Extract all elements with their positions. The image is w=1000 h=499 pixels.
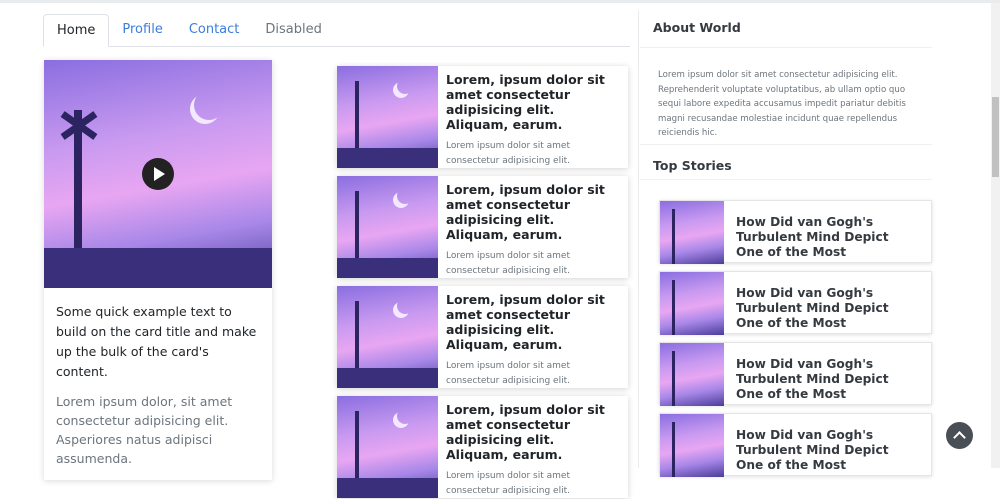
tab-disabled: Disabled [265, 22, 322, 37]
story-title: How Did van Gogh's Turbulent Mind Depict… [736, 428, 889, 472]
post-card[interactable]: Lorem, ipsum dolor sit amet consectetur … [337, 286, 628, 388]
about-title: About World [653, 20, 741, 35]
post-card[interactable]: Lorem, ipsum dolor sit amet consectetur … [337, 66, 628, 168]
post-thumbnail [337, 396, 438, 498]
scrollbar[interactable] [991, 3, 1000, 468]
post-text: Lorem ipsum dolor sit amet consectetur a… [446, 141, 570, 166]
video-thumbnail[interactable] [44, 60, 272, 288]
story-card[interactable]: How Did van Gogh's Turbulent Mind Depict… [659, 200, 932, 264]
post-card[interactable]: Lorem, ipsum dolor sit amet consectetur … [337, 396, 628, 498]
tab-profile[interactable]: Profile [109, 14, 175, 47]
tab-contact[interactable]: Contact [176, 14, 253, 47]
post-title: Lorem, ipsum dolor sit amet consectetur … [446, 72, 605, 132]
story-thumbnail [660, 343, 724, 406]
story-thumbnail [660, 201, 724, 264]
top-border [0, 0, 1000, 3]
story-title: How Did van Gogh's Turbulent Mind Depict… [736, 215, 889, 259]
top-stories-title: Top Stories [653, 158, 732, 173]
post-text: Lorem ipsum dolor sit amet consectetur a… [446, 361, 570, 386]
story-card[interactable]: How Did van Gogh's Turbulent Mind Depict… [659, 342, 932, 406]
post-title: Lorem, ipsum dolor sit amet consectetur … [446, 292, 605, 352]
divider [640, 179, 932, 180]
post-thumbnail [337, 286, 438, 388]
post-text: Lorem ipsum dolor sit amet consectetur a… [446, 471, 570, 496]
post-title: Lorem, ipsum dolor sit amet consectetur … [446, 182, 605, 242]
column-divider [638, 10, 639, 468]
play-icon[interactable] [142, 158, 174, 190]
about-text: Lorem ipsum dolor sit amet consectetur a… [658, 70, 906, 138]
story-card[interactable]: How Did van Gogh's Turbulent Mind Depict… [659, 271, 932, 335]
divider [640, 144, 932, 145]
divider [640, 47, 932, 48]
post-text: Lorem ipsum dolor sit amet consectetur a… [446, 251, 570, 276]
post-title: Lorem, ipsum dolor sit amet consectetur … [446, 402, 605, 462]
nav-tabs: Home Profile Contact Disabled [43, 14, 630, 47]
story-title: How Did van Gogh's Turbulent Mind Depict… [736, 286, 889, 330]
story-thumbnail [660, 272, 724, 335]
story-card[interactable]: How Did van Gogh's Turbulent Mind Depict… [659, 413, 932, 477]
post-card[interactable]: Lorem, ipsum dolor sit amet consectetur … [337, 176, 628, 278]
tab-home[interactable]: Home [43, 14, 110, 47]
post-thumbnail [337, 66, 438, 168]
post-thumbnail [337, 176, 438, 278]
story-title: How Did van Gogh's Turbulent Mind Depict… [736, 357, 889, 401]
feature-card: Some quick example text to build on the … [44, 60, 272, 480]
scroll-to-top-button[interactable] [946, 422, 973, 449]
scrollbar-thumb[interactable] [992, 97, 999, 177]
card-text: Some quick example text to build on the … [56, 304, 257, 379]
card-subtext: Lorem ipsum dolor, sit amet consectetur … [56, 394, 233, 466]
